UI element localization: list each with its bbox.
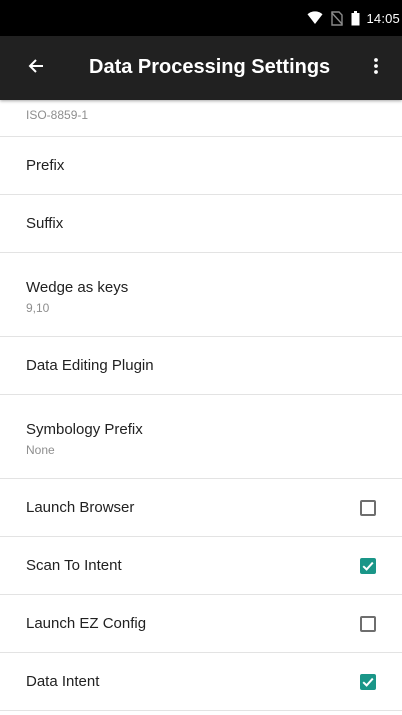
wedge-as-keys-item[interactable]: Wedge as keys 9,10 bbox=[0, 253, 402, 337]
launch-ez-config-item[interactable]: Launch EZ Config bbox=[0, 595, 402, 653]
suffix-item[interactable]: Suffix bbox=[0, 195, 402, 253]
prefix-title: Prefix bbox=[26, 157, 65, 174]
battery-icon bbox=[351, 10, 360, 26]
charset-summary: ISO-8859-1 bbox=[26, 108, 89, 122]
scan-to-intent-checkbox[interactable] bbox=[360, 558, 376, 574]
launch-ez-config-checkbox[interactable] bbox=[360, 616, 376, 632]
data-intent-title: Data Intent bbox=[26, 673, 100, 690]
launch-browser-title: Launch Browser bbox=[26, 499, 135, 516]
more-vert-icon bbox=[374, 57, 378, 79]
settings-screen: 14:05 Data Processing Settings ISO-8859-… bbox=[0, 0, 402, 715]
launch-ez-config-title: Launch EZ Config bbox=[26, 615, 147, 632]
data-intent-checkbox[interactable] bbox=[360, 674, 376, 690]
no-sim-icon bbox=[331, 10, 344, 26]
wedge-as-keys-summary: 9,10 bbox=[26, 301, 50, 315]
checkmark-icon bbox=[362, 677, 374, 687]
data-editing-plugin-item[interactable]: Data Editing Plugin bbox=[0, 337, 402, 395]
data-intent-item[interactable]: Data Intent bbox=[0, 653, 402, 711]
arrow-back-icon bbox=[28, 58, 44, 79]
wedge-as-keys-title: Wedge as keys bbox=[26, 279, 129, 296]
scan-to-intent-title: Scan To Intent bbox=[26, 557, 122, 574]
page-title: Data Processing Settings bbox=[89, 56, 331, 78]
symbology-prefix-summary: None bbox=[26, 443, 55, 457]
scan-to-intent-item[interactable]: Scan To Intent bbox=[0, 537, 402, 595]
checkmark-icon bbox=[362, 561, 374, 571]
status-icons bbox=[307, 10, 360, 26]
launch-browser-checkbox[interactable] bbox=[360, 500, 376, 516]
charset-preference-item[interactable]: ISO-8859-1 bbox=[0, 100, 402, 137]
suffix-title: Suffix bbox=[26, 215, 64, 232]
data-editing-plugin-title: Data Editing Plugin bbox=[26, 357, 154, 374]
back-button[interactable] bbox=[16, 48, 56, 88]
status-time: 14:05 bbox=[366, 10, 400, 26]
settings-list: ISO-8859-1 Prefix Suffix Wedge as keys 9… bbox=[0, 100, 402, 711]
wifi-icon bbox=[307, 11, 323, 25]
prefix-item[interactable]: Prefix bbox=[0, 137, 402, 195]
app-bar: Data Processing Settings bbox=[0, 36, 402, 100]
overflow-menu-button[interactable] bbox=[356, 48, 396, 88]
status-bar: 14:05 bbox=[0, 0, 402, 36]
symbology-prefix-title: Symbology Prefix bbox=[26, 421, 143, 438]
symbology-prefix-item[interactable]: Symbology Prefix None bbox=[0, 395, 402, 479]
launch-browser-item[interactable]: Launch Browser bbox=[0, 479, 402, 537]
